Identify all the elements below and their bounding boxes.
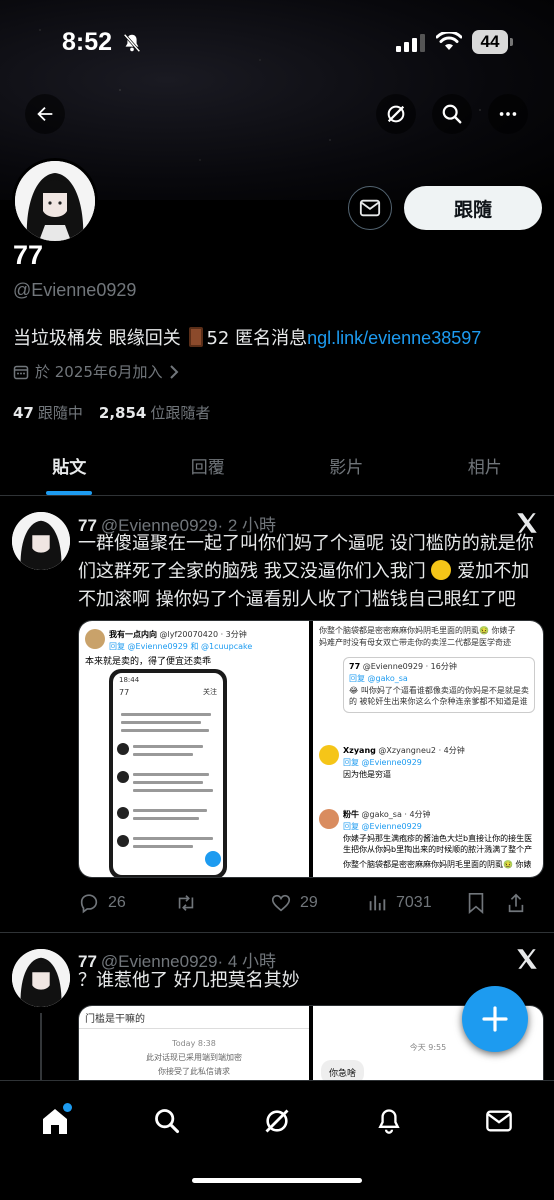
tab-photos[interactable]: 相片 [416, 436, 554, 495]
tweet-media[interactable]: 我有一点内向 @lyf20070420 · 3分钟 回复 @Evienne092… [78, 620, 544, 878]
profile-handle: @Evienne0929 [13, 280, 137, 300]
tab-replies[interactable]: 回覆 [139, 436, 278, 495]
tweet-text: 一群傻逼聚在一起了叫你们妈了个逼呢 设门槛防的就是你 们这群死了全家的脑残 我又… [78, 533, 534, 610]
battery-tip [510, 38, 513, 46]
nav-notifications[interactable] [369, 1101, 409, 1141]
grok-icon [387, 105, 405, 123]
grok-button[interactable] [376, 94, 416, 134]
tweet-avatar[interactable] [12, 512, 70, 570]
chevron-right-icon [169, 364, 178, 379]
tweet-text: ？谁惹他了 好几把莫名其妙 [78, 970, 300, 991]
joined-date[interactable]: 於 2025年6月加入 [13, 361, 179, 382]
home-indicator [192, 1178, 362, 1183]
profile-tabs: 貼文 回覆 影片 相片 [0, 436, 554, 496]
cellular-signal-icon [396, 34, 425, 52]
bookmark-icon [468, 893, 484, 914]
bio-text: 当垃圾桶发 眼缘回关 [13, 328, 181, 349]
wifi-icon [436, 32, 462, 50]
follow-counts: 47 跟隨中 2,854 位跟隨者 [13, 402, 210, 423]
profile-bio: 当垃圾桶发 眼缘回关 52 匿名消息ngl.link/evienne38597 [13, 324, 481, 350]
bell-icon [378, 1109, 400, 1134]
views-icon [369, 895, 386, 911]
grok-icon [265, 1109, 289, 1133]
battery-indicator: 44 [472, 30, 508, 54]
nav-grok[interactable] [257, 1101, 297, 1141]
followers-link[interactable]: 2,854 位跟隨者 [99, 404, 210, 422]
reply-icon [80, 894, 98, 914]
nav-home[interactable] [35, 1101, 75, 1141]
tab-videos[interactable]: 影片 [277, 436, 416, 495]
arrow-left-icon [37, 106, 53, 122]
phone-screenshot: 18:44 77 关注 [109, 669, 227, 877]
follow-button[interactable]: 跟隨 [404, 186, 542, 230]
nav-search[interactable] [147, 1101, 187, 1141]
share-button[interactable] [506, 892, 526, 914]
avatar [85, 629, 105, 649]
retweet-icon [178, 895, 194, 911]
nav-messages[interactable] [479, 1101, 519, 1141]
envelope-icon [359, 199, 381, 217]
plus-icon [482, 1006, 508, 1032]
reply-button[interactable]: 26 [78, 892, 174, 914]
door-emoji [189, 327, 204, 347]
tweet-avatar[interactable] [12, 949, 70, 1007]
back-button[interactable] [25, 94, 65, 134]
compose-button[interactable] [462, 986, 528, 1052]
profile-avatar[interactable] [12, 158, 98, 244]
search-button[interactable] [432, 94, 472, 134]
search-icon [442, 104, 462, 124]
media-image-right[interactable]: 你整个脑袋都是密密麻麻你妈阴毛里面的阴虱🤢 你婊子 妈难产时没有母女双亡带走你的… [313, 621, 543, 877]
message-button[interactable] [348, 186, 392, 230]
profile-name: 77 [13, 240, 44, 270]
more-button[interactable] [488, 94, 528, 134]
tab-posts[interactable]: 貼文 [0, 436, 139, 495]
tweet[interactable]: 77 @Evienne0929· 2 小時 一群傻逼聚在一起了叫你们妈了个逼呢 设… [0, 496, 554, 932]
following-link[interactable]: 47 跟隨中 [13, 404, 83, 422]
envelope-icon [486, 1110, 512, 1132]
bio-link[interactable]: ngl.link/evienne38597 [307, 328, 481, 348]
more-icon [499, 112, 517, 116]
search-icon [155, 1109, 180, 1134]
status-bar: 8:52 44 [0, 28, 554, 58]
calendar-icon [13, 365, 29, 379]
bio-suffix: 52 匿名消息 [206, 328, 308, 349]
notification-dot [63, 1103, 72, 1112]
joined-text: 於 2025年6月加入 [35, 363, 163, 381]
share-icon [508, 893, 524, 913]
views-button[interactable]: 7031 [366, 892, 466, 914]
media-image-left[interactable]: 我有一点内向 @lyf20070420 · 3分钟 回复 @Evienne092… [79, 621, 309, 877]
bookmark-button[interactable] [466, 892, 506, 914]
tweet-actions: 26 29 7031 [78, 888, 544, 918]
thread-line [40, 1013, 42, 1083]
bell-slash-icon [123, 33, 141, 53]
laughing-emoji [431, 560, 452, 580]
like-button[interactable]: 29 [270, 892, 366, 914]
heart-icon [271, 894, 291, 912]
status-time: 8:52 [62, 28, 113, 56]
retweet-button[interactable] [174, 892, 270, 914]
